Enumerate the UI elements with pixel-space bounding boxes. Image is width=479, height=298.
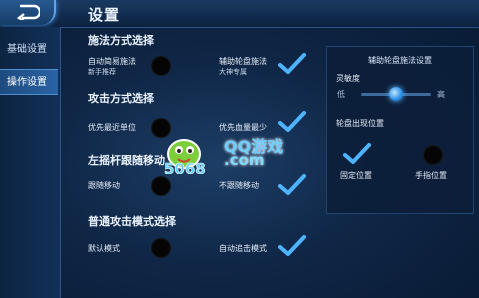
sensitivity-high-label: 高 <box>437 90 445 99</box>
sidebar-item-basic-settings[interactable]: 基础设置 <box>0 37 58 63</box>
sidebar-item-control-settings[interactable]: 操作设置 <box>0 69 58 95</box>
section-title-attack-pattern: 普通攻击模式选择 <box>88 215 176 228</box>
option-auto-chase-label: 自动追击模式 <box>219 244 267 253</box>
page-title: 设置 <box>88 6 121 24</box>
option-label-text: 自动简易施法 <box>88 57 136 66</box>
option-follow-label: 跟随移动 <box>88 181 120 190</box>
back-button[interactable] <box>0 0 56 25</box>
sidebar-item-label: 基础设置 <box>7 44 47 55</box>
finger-position-label: 手指位置 <box>415 171 447 180</box>
sensitivity-slider-knob[interactable] <box>389 87 403 101</box>
no-follow-check-icon[interactable] <box>278 173 306 197</box>
option-label-text: 辅助轮盘施法 <box>219 57 267 66</box>
svg-text:5068: 5068 <box>164 160 206 174</box>
section-title-cast-mode: 施法方式选择 <box>88 34 154 47</box>
top-bar: 设置 <box>0 0 479 28</box>
follow-move-radio[interactable] <box>151 176 171 196</box>
section-title-attack-mode: 攻击方式选择 <box>88 92 154 105</box>
sidebar-item-label: 操作设置 <box>7 77 47 88</box>
sensitivity-low-label: 低 <box>337 90 345 99</box>
option-default-mode-label: 默认模式 <box>88 244 120 253</box>
option-sub-text: 大神专属 <box>219 68 247 76</box>
wheel-cast-check-icon[interactable] <box>278 52 306 76</box>
auto-chase-check-icon[interactable] <box>278 234 306 258</box>
option-no-follow-label: 不跟随移动 <box>219 181 259 190</box>
default-mode-radio[interactable] <box>151 238 171 258</box>
option-wheel-cast-label: 辅助轮盘施法 大神专属 <box>219 57 267 77</box>
finger-position-radio[interactable] <box>423 145 443 165</box>
back-arrow-icon <box>16 4 40 20</box>
wheel-position-label: 轮盘出现位置 <box>336 119 384 128</box>
option-sub-text: 新手推荐 <box>88 68 116 76</box>
fixed-position-label: 固定位置 <box>340 171 372 180</box>
wheel-settings-panel: 辅助轮盘施法设置 <box>326 46 474 214</box>
option-nearest-label: 优先最近单位 <box>88 123 136 132</box>
sensitivity-label: 灵敏度 <box>336 74 360 83</box>
section-title-joystick-follow: 左摇杆跟随移动 <box>88 154 165 167</box>
panel-title: 辅助轮盘施法设置 <box>368 56 432 65</box>
watermark-site-line2: .com <box>224 151 265 169</box>
option-auto-cast-label: 自动简易施法 新手推荐 <box>88 57 136 77</box>
fixed-position-check-icon[interactable] <box>343 142 371 166</box>
sidebar: 基础设置 操作设置 <box>0 27 61 298</box>
auto-cast-radio[interactable] <box>151 56 171 76</box>
